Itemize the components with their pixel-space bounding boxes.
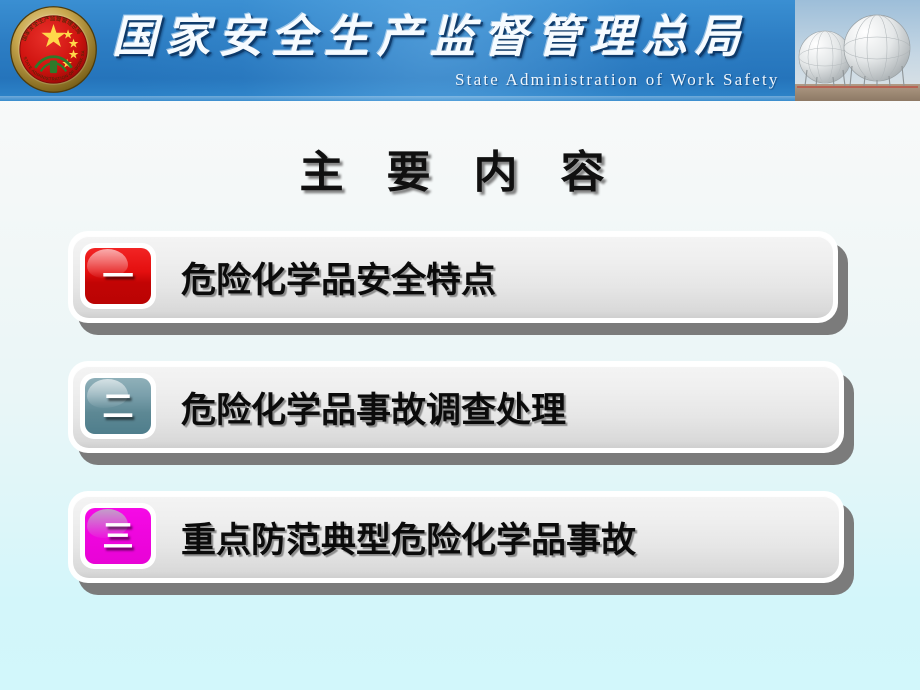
national-emblem-icon: 国家安全生产监督管理总局 STATE ADMINISTRATION OF WOR…: [8, 4, 97, 93]
item-3-number: 三: [102, 518, 134, 554]
item-3-label: 重点防范典型危险化学品事故: [181, 520, 637, 560]
item-2-number-badge: 二: [85, 378, 151, 434]
content-item-1[interactable]: 一 危险化学品安全特点: [68, 231, 848, 335]
banner-subtitle: State Administration of Work Safety: [455, 70, 780, 89]
page-title: 主 要 内 容: [299, 148, 621, 197]
presentation-slide: 国家安全生产监督管理总局 STATE ADMINISTRATION OF WOR…: [0, 0, 920, 690]
item-1-frame: 一 危险化学品安全特点: [68, 231, 838, 323]
item-2-badge-holder: 二: [80, 373, 156, 439]
item-3-body: 三 重点防范典型危险化学品事故: [73, 496, 839, 578]
item-1-number-badge: 一: [85, 248, 151, 304]
agency-banner: 国家安全生产监督管理总局 STATE ADMINISTRATION OF WOR…: [0, 0, 920, 101]
item-2-frame: 二 危险化学品事故调查处理: [68, 361, 844, 453]
item-2-label: 危险化学品事故调查处理: [181, 390, 567, 430]
content-item-3[interactable]: 三 重点防范典型危险化学品事故: [68, 491, 854, 595]
item-1-body: 一 危险化学品安全特点: [73, 236, 833, 318]
item-2-number: 二: [102, 388, 134, 424]
item-2-body: 二 危险化学品事故调查处理: [73, 366, 839, 448]
item-1-badge-holder: 一: [80, 243, 156, 309]
item-3-frame: 三 重点防范典型危险化学品事故: [68, 491, 844, 583]
banner-title: 国家安全生产监督管理总局: [112, 12, 749, 62]
item-1-label: 危险化学品安全特点: [181, 260, 497, 300]
spherical-storage-tanks-photo: [795, 0, 920, 101]
content-item-2[interactable]: 二 危险化学品事故调查处理: [68, 361, 854, 465]
item-1-number: 一: [102, 258, 134, 294]
item-3-badge-holder: 三: [80, 503, 156, 569]
item-3-number-badge: 三: [85, 508, 151, 564]
banner-bottom-edge: [0, 96, 795, 101]
